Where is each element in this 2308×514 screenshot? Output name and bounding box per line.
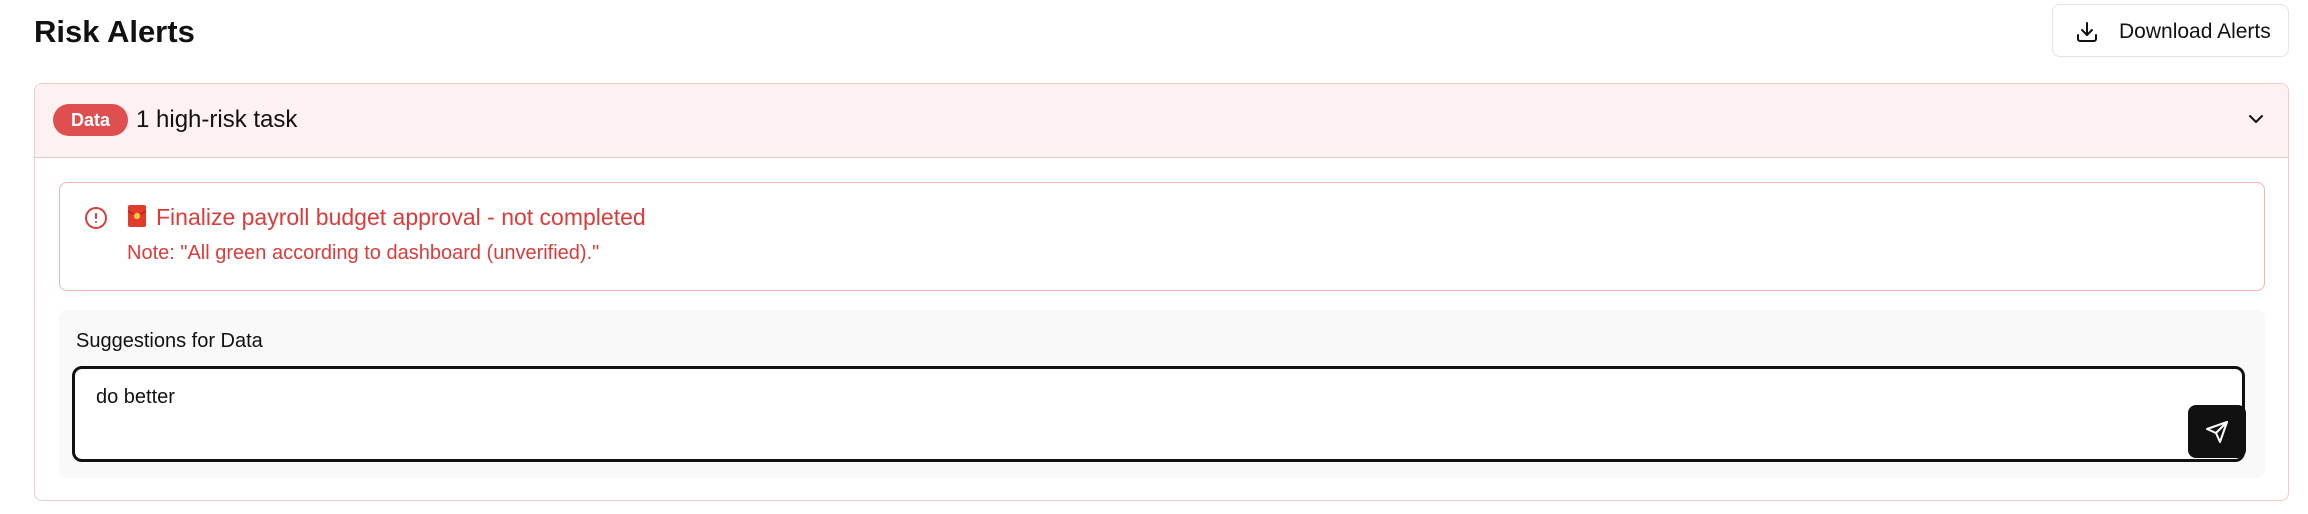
chevron-down-icon[interactable]: [2244, 107, 2268, 131]
risk-alerts-page: Risk Alerts Download Alerts Data 1 high-…: [0, 0, 2308, 514]
suggestions-section: Suggestions for Data: [59, 310, 2265, 478]
category-badge: Data: [53, 104, 129, 136]
download-alerts-label: Download Alerts: [2119, 20, 2271, 43]
risk-count-title: 1 high-risk task: [136, 106, 298, 133]
risk-panel-header[interactable]: Data 1 high-risk task: [35, 84, 2288, 158]
suggestions-label: Suggestions for Data: [76, 330, 263, 352]
page-title: Risk Alerts: [34, 14, 195, 49]
alert-circle-icon: [85, 207, 107, 229]
send-icon: [2206, 421, 2228, 443]
alert-note: Note: "All green according to dashboard …: [127, 242, 600, 264]
download-alerts-button[interactable]: Download Alerts: [2052, 4, 2289, 57]
risk-alert-item: Finalize payroll budget approval - not c…: [59, 182, 2265, 291]
download-icon: [2077, 22, 2097, 42]
send-suggestion-button[interactable]: [2188, 405, 2246, 458]
suggestions-input[interactable]: [72, 366, 2245, 462]
alert-title: Finalize payroll budget approval - not c…: [156, 204, 646, 230]
red-envelope-emoji-icon: [127, 205, 147, 227]
risk-panel: Data 1 high-risk task Finalize payroll b…: [34, 83, 2289, 501]
